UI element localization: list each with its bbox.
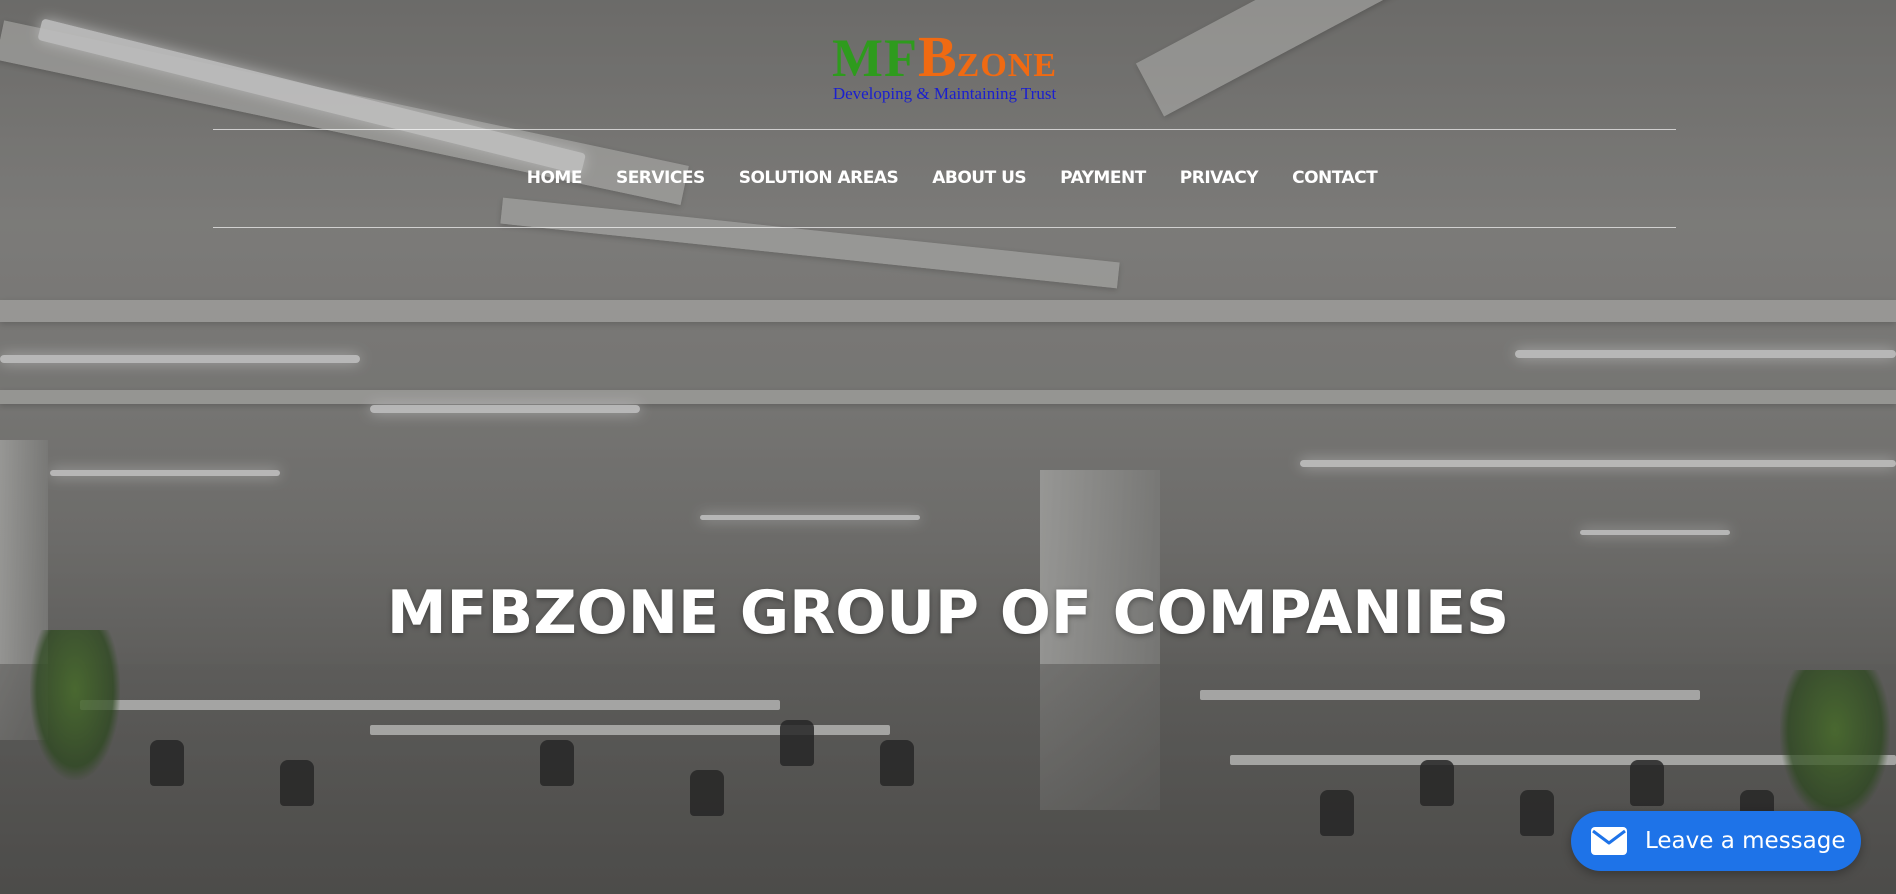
hero-headline: MFBZONE GROUP OF COMPANIES bbox=[386, 578, 1510, 648]
logo-b: B bbox=[917, 24, 957, 89]
logo-tagline: Developing & Maintaining Trust bbox=[832, 84, 1057, 103]
leave-message-button[interactable]: Leave a message bbox=[1571, 811, 1861, 871]
mail-icon bbox=[1591, 827, 1627, 855]
logo-wordmark: MFBZONE bbox=[822, 28, 1067, 86]
hero-section: MFBZONE Developing & Maintaining Trust H… bbox=[0, 0, 1896, 894]
nav-item-contact[interactable]: CONTACT bbox=[1292, 168, 1378, 188]
leave-message-label: Leave a message bbox=[1645, 828, 1846, 854]
nav-item-privacy[interactable]: PRIVACY bbox=[1180, 168, 1259, 188]
main-nav: HOME SERVICES SOLUTION AREAS ABOUT US PA… bbox=[0, 168, 1896, 188]
nav-item-services[interactable]: SERVICES bbox=[616, 168, 705, 188]
nav-item-about-us[interactable]: ABOUT US bbox=[932, 168, 1026, 188]
logo-zone: ZONE bbox=[956, 47, 1057, 84]
nav-item-home[interactable]: HOME bbox=[527, 168, 583, 188]
nav-item-payment[interactable]: PAYMENT bbox=[1060, 168, 1146, 188]
nav-bottom-divider bbox=[213, 227, 1676, 228]
logo-mf: MF bbox=[832, 28, 918, 88]
site-logo[interactable]: MFBZONE Developing & Maintaining Trust bbox=[822, 28, 1067, 104]
nav-top-divider bbox=[213, 129, 1676, 130]
hero-background-image bbox=[0, 0, 1896, 894]
nav-item-solution-areas[interactable]: SOLUTION AREAS bbox=[739, 168, 899, 188]
